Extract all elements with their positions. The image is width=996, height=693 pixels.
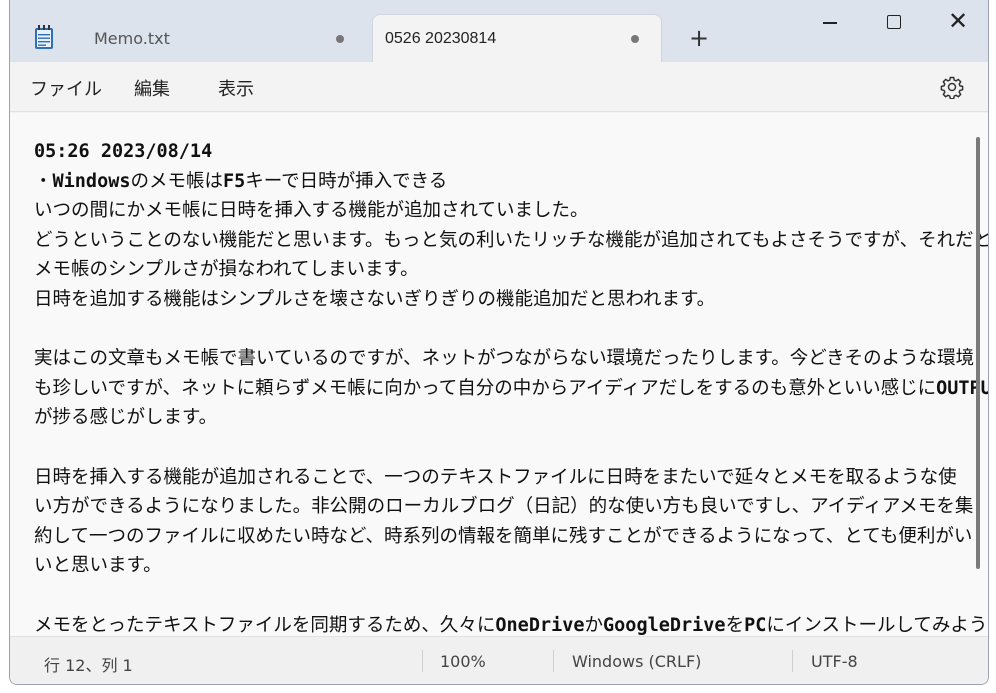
line-ending[interactable]: Windows (CRLF) bbox=[572, 652, 701, 671]
editor-line: メモ帳のシンプルさが損なわれてしまいます。 bbox=[34, 259, 419, 281]
tab-title: 0526 20230814 bbox=[385, 29, 497, 47]
minimize-icon bbox=[823, 22, 837, 24]
editor-line: 日時を挿入する機能が追加されることで、一つのテキストファイルに日時をまたいで延々… bbox=[34, 466, 957, 488]
new-tab-button[interactable]: + bbox=[686, 26, 712, 52]
status-divider bbox=[792, 650, 793, 672]
vertical-scrollbar[interactable] bbox=[976, 137, 980, 569]
cursor-position: 行 12、列 1 bbox=[44, 656, 133, 675]
editor-line: 実はこの文章もメモ帳で書いているのですが、ネットがつながらない環境だったりします… bbox=[34, 348, 975, 370]
editor-line: も珍しいですが、ネットに頼らずメモ帳に向かって自分の中からアイディアだしをするの… bbox=[34, 377, 989, 399]
editor-text[interactable]: 05:26 2023/08/14 ・Windowsのメモ帳はF5キーで日時が挿入で… bbox=[34, 137, 989, 636]
minimize-button[interactable] bbox=[798, 0, 862, 46]
unsaved-dot-icon[interactable] bbox=[336, 35, 344, 43]
zoom-level[interactable]: 100% bbox=[440, 652, 486, 671]
text-editor[interactable]: 05:26 2023/08/14 ・Windowsのメモ帳はF5キーで日時が挿入で… bbox=[10, 113, 989, 636]
tab-title: Memo.txt bbox=[94, 28, 170, 48]
close-button[interactable]: ✕ bbox=[926, 0, 988, 46]
editor-line: 日時を追加する機能はシンプルさを壊さないぎりぎりの機能追加だと思われます。 bbox=[34, 288, 716, 310]
editor-line: 約して一つのファイルに収めたい時など、時系列の情報を簡単に残すことができるように… bbox=[34, 525, 973, 547]
menu-file[interactable]: ファイル bbox=[30, 75, 102, 101]
tab-memo[interactable]: Memo.txt bbox=[68, 14, 368, 62]
menu-edit[interactable]: 編集 bbox=[134, 75, 170, 101]
menu-view[interactable]: 表示 bbox=[218, 75, 254, 101]
maximize-button[interactable] bbox=[862, 0, 926, 46]
notepad-app-icon bbox=[35, 25, 53, 49]
editor-line: いつの間にかメモ帳に日時を挿入する機能が追加されていました。 bbox=[34, 200, 589, 222]
tab-0526-20230814[interactable]: 0526 20230814 bbox=[372, 14, 662, 62]
editor-line: い方ができるようになりました。非公開のローカルブログ（日記）的な使い方も良いです… bbox=[34, 496, 974, 518]
editor-line: ・Windowsのメモ帳はF5キーで日時が挿入できる bbox=[34, 170, 448, 192]
editor-line: いと思います。 bbox=[34, 555, 162, 577]
window-controls: ✕ bbox=[798, 0, 988, 46]
status-divider bbox=[553, 650, 554, 672]
status-divider bbox=[422, 650, 423, 672]
editor-line: どうということのない機能だと思います。もっと気の利いたリッチな機能が追加されても… bbox=[34, 229, 989, 251]
settings-gear-icon[interactable] bbox=[940, 75, 964, 99]
editor-line: が捗る感じがします。 bbox=[34, 407, 218, 429]
menu-bar: ファイル 編集 表示 bbox=[10, 62, 988, 112]
encoding[interactable]: UTF-8 bbox=[811, 652, 858, 671]
close-icon: ✕ bbox=[948, 7, 969, 35]
unsaved-dot-icon[interactable] bbox=[631, 35, 639, 43]
editor-line: メモをとったテキストファイルを同期するため、久々にOneDriveかGoogle… bbox=[34, 614, 988, 636]
notepad-window: Memo.txt 0526 20230814 + ✕ ファイル 編集 表示 05… bbox=[9, 0, 989, 685]
status-bar: 行 12、列 1 100% Windows (CRLF) UTF-8 bbox=[10, 636, 988, 684]
title-bar: Memo.txt 0526 20230814 + ✕ bbox=[10, 0, 988, 62]
editor-line: 05:26 2023/08/14 bbox=[34, 141, 213, 162]
maximize-icon bbox=[887, 15, 901, 29]
